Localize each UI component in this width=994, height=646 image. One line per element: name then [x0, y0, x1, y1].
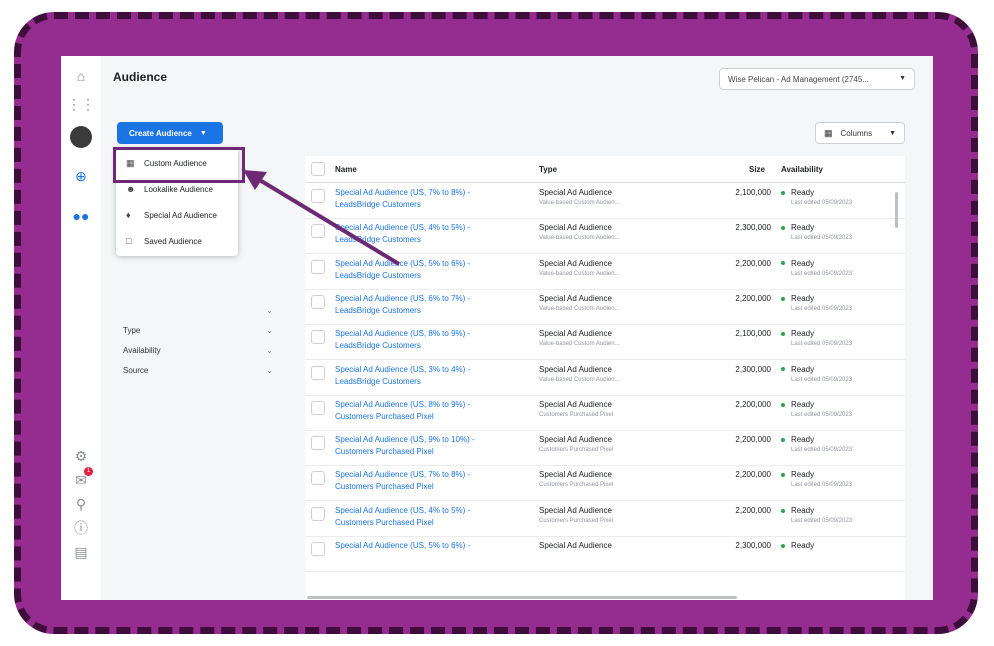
annotation-arrow [243, 170, 401, 266]
arrow-shaft [251, 174, 401, 266]
ads-manager-screen: ⌂ ⋮⋮ ⊕ ●● ⚙ ✉ 1 ⚲ ⓘ ▤ Audience Wise Pelic… [61, 56, 933, 600]
